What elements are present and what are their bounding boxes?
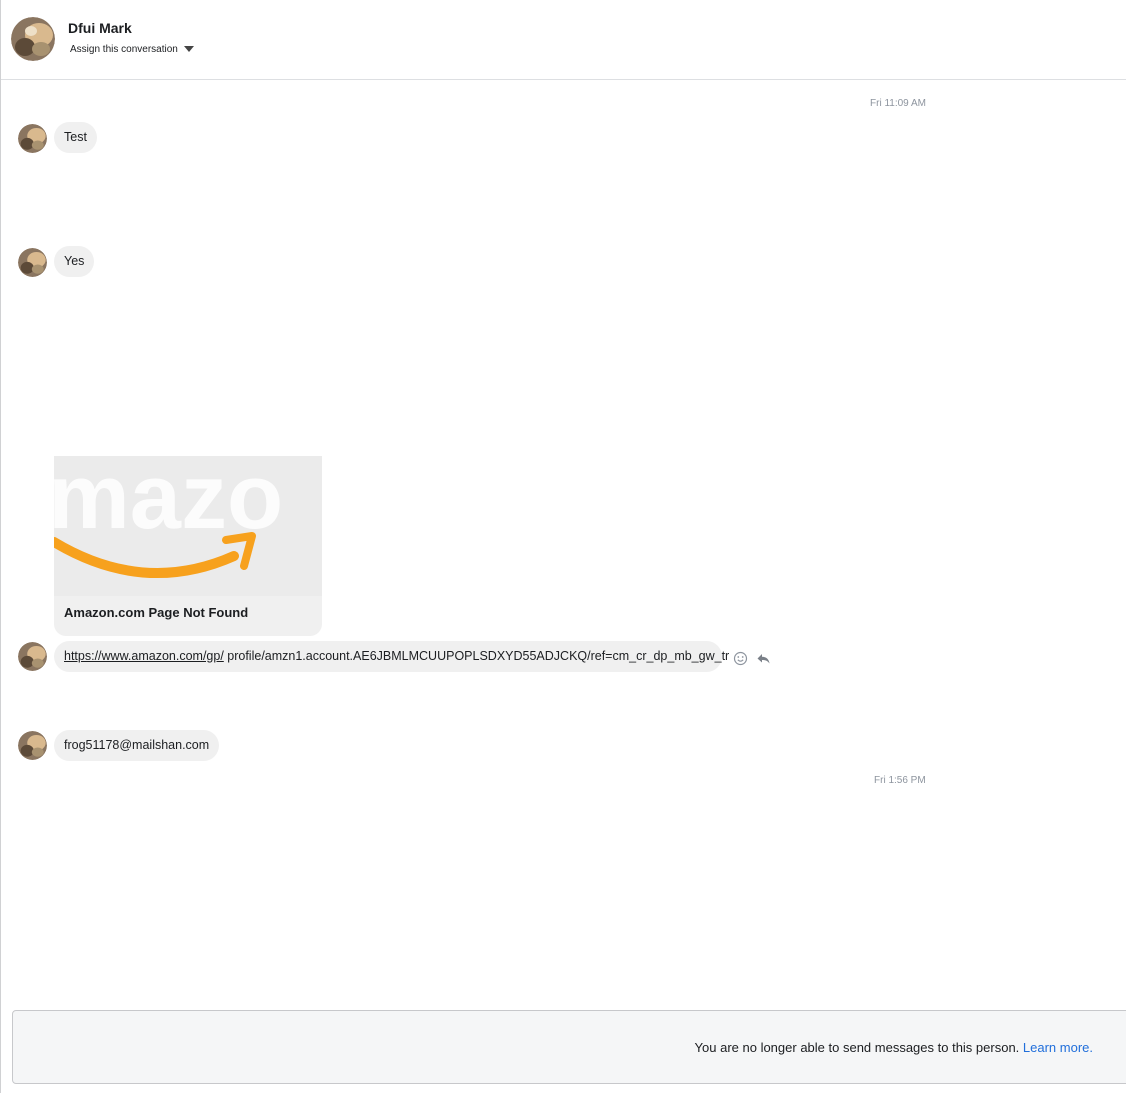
- timestamp: Fri 11:09 AM: [870, 98, 926, 109]
- link-preview-card[interactable]: mazo Amazon.com Page Not Found: [54, 456, 322, 636]
- conversation-header: Dfui Mark Assign this conversation: [1, 0, 1126, 80]
- timestamp: Fri 1:56 PM: [874, 775, 926, 786]
- contact-name[interactable]: Dfui Mark: [68, 20, 132, 36]
- assign-label: Assign this conversation: [70, 44, 178, 55]
- link-card-title: Amazon.com Page Not Found: [64, 605, 249, 620]
- avatar: [18, 248, 47, 277]
- message-actions: [733, 651, 771, 666]
- notice-text-wrapper: You are no longer able to send messages …: [695, 1040, 1093, 1055]
- message-link[interactable]: https://www.amazon.com/gp/: [64, 649, 224, 663]
- link-preview-image: mazo: [54, 456, 322, 596]
- avatar: [18, 731, 47, 760]
- message-bubble[interactable]: Yes: [54, 246, 95, 277]
- message-link-text: profile/amzn1.account.AE6JBMLMCUUPOPLSDX…: [223, 649, 730, 663]
- learn-more-link[interactable]: Learn more.: [1023, 1040, 1093, 1055]
- reply-icon[interactable]: [756, 651, 771, 666]
- assign-conversation-dropdown[interactable]: Assign this conversation: [70, 44, 194, 55]
- messaging-disabled-notice: You are no longer able to send messages …: [12, 1010, 1126, 1084]
- avatar[interactable]: [11, 17, 55, 61]
- notice-text: You are no longer able to send messages …: [694, 1040, 1020, 1055]
- message-bubble[interactable]: frog51178@mailshan.com: [54, 730, 220, 761]
- avatar: [18, 642, 47, 671]
- message-bubble[interactable]: Test: [54, 122, 97, 153]
- conversation-pane: Dfui Mark Assign this conversation Fri 1…: [0, 0, 1126, 1093]
- avatar: [18, 124, 47, 153]
- smiley-icon[interactable]: [733, 651, 748, 666]
- message-bubble: https://www.amazon.com/gp/ profile/amzn1…: [54, 641, 729, 672]
- chevron-down-icon: [183, 45, 194, 52]
